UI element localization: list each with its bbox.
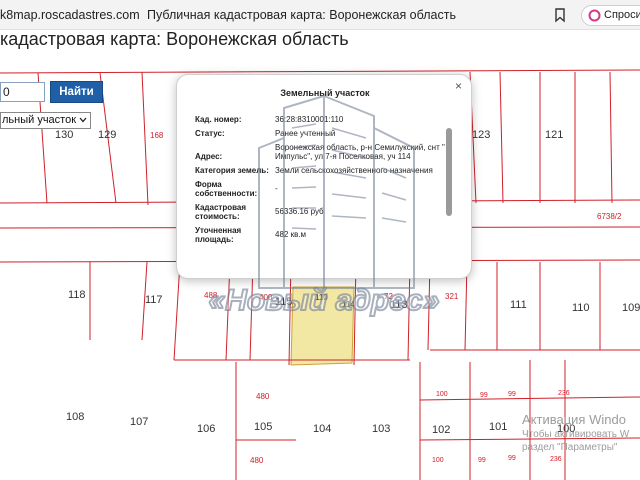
parcel-label: 100 bbox=[432, 457, 444, 464]
row-label: Форма собственности: bbox=[195, 180, 258, 198]
parcel-label: 115 bbox=[275, 296, 293, 308]
windows-activation-notice: Активация Windo Чтобы активировать W раз… bbox=[522, 412, 640, 453]
parcel-label: 121 bbox=[545, 129, 563, 141]
ask-icon bbox=[588, 9, 601, 22]
parcel-label: 105 bbox=[254, 421, 272, 433]
parcel-label: 113 bbox=[390, 299, 408, 311]
parcel-label: 480 bbox=[250, 456, 264, 465]
popup-row: Статус: Ранее учтенный bbox=[195, 129, 447, 138]
ask-button-label: Спросить bbox=[604, 9, 640, 21]
parcel-label: 117 bbox=[145, 294, 163, 306]
parcel-label: 114 bbox=[342, 300, 355, 309]
popup-row: Адрес: Воронежская область, р-н Семилукс… bbox=[195, 143, 447, 161]
parcel-label: 108 bbox=[66, 411, 84, 423]
tab-title[interactable]: Публичная кадастровая карта: Воронежская… bbox=[147, 8, 456, 22]
parcel-label: 106 bbox=[197, 423, 215, 435]
popup-row: Категория земель: Земли сельскохозяйстве… bbox=[195, 166, 447, 175]
popup-scrollbar[interactable] bbox=[446, 122, 453, 272]
row-value: 56336.16 руб bbox=[275, 207, 324, 216]
activation-line: Чтобы активировать W bbox=[522, 429, 630, 440]
parcel-label: 488 bbox=[204, 291, 218, 300]
row-value: Ранее учтенный bbox=[275, 129, 336, 138]
parcel-label: 480 bbox=[256, 392, 270, 401]
parcel-label: 101 bbox=[489, 421, 507, 433]
parcel-label: 104 bbox=[313, 423, 331, 435]
parcel-info-popup: × Земельный участок Кад. номер: 36:28:83… bbox=[176, 74, 472, 279]
parcel-label: 109 bbox=[622, 302, 640, 314]
search-input[interactable] bbox=[0, 82, 45, 102]
parcel-label: 236 bbox=[558, 390, 570, 397]
parcel-label: 110 bbox=[572, 302, 590, 314]
parcel-label: 130 bbox=[55, 129, 73, 141]
parcel-label: 100 bbox=[436, 391, 448, 398]
row-label: Адрес: bbox=[195, 152, 223, 161]
row-label: Кадастровая стоимость: bbox=[195, 203, 247, 221]
parcel-label: 123 bbox=[472, 129, 490, 141]
parcel-label: 6738/2 bbox=[597, 212, 622, 221]
popup-row: Кад. номер: 36:28:8310001:110 bbox=[195, 115, 447, 124]
parcel-label: 107 bbox=[130, 416, 148, 428]
row-value: Земли сельскохозяйственного назначения bbox=[275, 166, 433, 175]
scrollbar-thumb[interactable] bbox=[446, 128, 452, 216]
parcel-label: 102 bbox=[432, 424, 450, 436]
object-type-value: льный участок bbox=[2, 114, 77, 126]
row-label: Категория земель: bbox=[195, 166, 269, 175]
parcel-label: 99 bbox=[478, 457, 486, 464]
row-label: Уточненная площадь: bbox=[195, 226, 242, 244]
popup-title: Земельный участок bbox=[280, 88, 370, 98]
activation-line: раздел "Параметры" bbox=[522, 442, 618, 453]
parcel-label: 103 bbox=[372, 423, 390, 435]
bookmark-icon[interactable] bbox=[553, 7, 567, 23]
parcel-label: 99 bbox=[508, 455, 516, 462]
row-value: Воронежская область, р-н Семилукский, сн… bbox=[275, 143, 445, 161]
parcel-label: 168 bbox=[150, 131, 164, 140]
popup-row: Форма собственности: - bbox=[195, 180, 447, 198]
popup-row: Уточненная площадь: 482 кв.м bbox=[195, 226, 447, 244]
browser-toolbar: k8map.roscadastres.com Публичная кадастр… bbox=[0, 0, 640, 30]
activation-title: Активация Windo bbox=[522, 412, 626, 427]
row-label: Кад. номер: bbox=[195, 115, 242, 124]
ask-button[interactable]: Спросить bbox=[581, 5, 640, 26]
chevron-down-icon bbox=[79, 117, 87, 123]
row-value: 36:28:8310001:110 bbox=[275, 115, 344, 124]
find-button[interactable]: Найти bbox=[50, 81, 103, 103]
parcel-label: 129 bbox=[98, 129, 116, 141]
parcel-label: 110 bbox=[315, 293, 328, 302]
row-value: - bbox=[275, 184, 278, 193]
parcel-label: 236 bbox=[550, 456, 562, 463]
parcel-label: 118 bbox=[68, 289, 86, 301]
parcel-label: 321 bbox=[445, 292, 459, 301]
popup-row: Кадастровая стоимость: 56336.16 руб bbox=[195, 203, 447, 221]
address-bar[interactable]: k8map.roscadastres.com bbox=[0, 8, 140, 22]
parcel-label: 99 bbox=[508, 391, 516, 398]
row-label: Статус: bbox=[195, 129, 225, 138]
parcel-label: 99 bbox=[480, 392, 488, 399]
row-value: 482 кв.м bbox=[275, 230, 307, 239]
object-type-select[interactable]: льный участок bbox=[0, 112, 91, 129]
parcel-label: 111 bbox=[510, 299, 527, 311]
popup-body: Кад. номер: 36:28:8310001:110 Статус: Ра… bbox=[195, 115, 447, 273]
page-title: кадастровая карта: Воронежская область bbox=[0, 29, 349, 49]
parcel-label: 400 bbox=[259, 293, 273, 302]
